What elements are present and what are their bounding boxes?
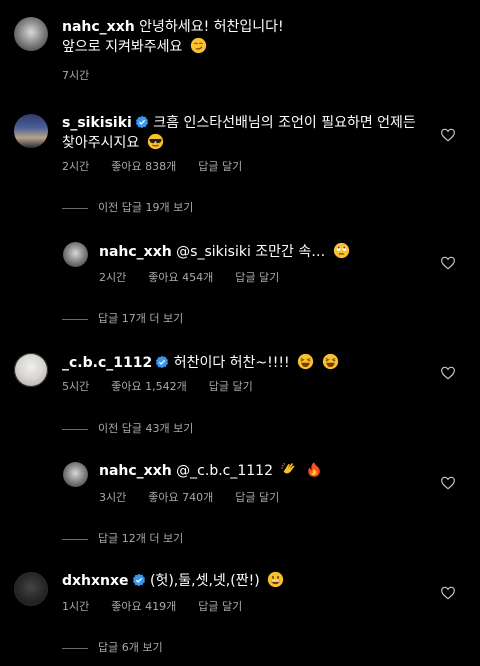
comment-text: _c.b.c_1112 허찬이다 허찬~!!!!: [62, 353, 339, 373]
reply-meta: 2시간 좋아요 454개 답글 달기: [99, 269, 301, 285]
heart-icon[interactable]: [440, 127, 456, 143]
heart-icon[interactable]: [440, 255, 456, 271]
smirk-emoji: [190, 37, 206, 54]
username[interactable]: dxhxnxe: [62, 573, 129, 589]
reply-button[interactable]: 답글 달기: [198, 160, 242, 173]
reply-button[interactable]: 답글 달기: [235, 491, 279, 504]
reply-meta: 3시간 좋아요 740개 답글 달기: [99, 489, 301, 505]
avatar[interactable]: [14, 572, 48, 606]
like-count[interactable]: 좋아요 1,542개: [111, 380, 186, 393]
comment-meta: 5시간 좋아요 1,542개 답글 달기: [62, 378, 275, 394]
reply-button[interactable]: 답글 달기: [209, 380, 253, 393]
view-more-replies-button[interactable]: 답글 12개 더 보기: [62, 530, 183, 546]
comment-text: dxhxnxe (헛),둘,셋,넷,(짠!): [62, 571, 284, 591]
reply-text: nahc_xxh @_c.b.c_1112: [99, 461, 322, 481]
comment-text: nahc_xxh 안녕하세요! 허찬입니다!: [62, 19, 284, 35]
heart-icon[interactable]: [440, 585, 456, 601]
timestamp: 5시간: [62, 380, 90, 393]
heart-icon[interactable]: [440, 365, 456, 381]
divider: [62, 428, 88, 430]
reply-text: nahc_xxh @s_sikisiki 조만간 속…: [99, 242, 350, 262]
comment-text-continued: 찾아주시지요: [62, 133, 164, 153]
username[interactable]: nahc_xxh: [99, 463, 172, 479]
divider: [62, 538, 88, 540]
timestamp: 2시간: [99, 271, 127, 284]
grin-emoji: [267, 571, 284, 588]
avatar[interactable]: [14, 353, 48, 387]
like-count[interactable]: 좋아요 419개: [111, 600, 176, 613]
comment-text: s_sikisiki 크흠 인스타선배님의 조언이 필요하면 언제든: [62, 115, 416, 131]
view-previous-replies-button[interactable]: 이전 답글 19개 보기: [62, 199, 193, 215]
username[interactable]: s_sikisiki: [62, 115, 132, 131]
heart-icon[interactable]: [440, 475, 456, 491]
divider: [62, 647, 88, 649]
timestamp: 7시간: [62, 69, 90, 82]
comment-meta: 1시간 좋아요 419개 답글 달기: [62, 598, 264, 614]
username[interactable]: nahc_xxh: [99, 244, 172, 260]
like-count[interactable]: 좋아요 740개: [148, 491, 213, 504]
reply-button[interactable]: 답글 달기: [198, 600, 242, 613]
timestamp: 1시간: [62, 600, 90, 613]
like-count[interactable]: 좋아요 838개: [111, 160, 176, 173]
reply-button[interactable]: 답글 달기: [235, 271, 279, 284]
divider: [62, 207, 88, 209]
timestamp: 2시간: [62, 160, 90, 173]
comment-meta: 7시간: [62, 67, 111, 83]
rolling-eyes-emoji: [333, 242, 349, 259]
clapping-hands-emoji: [281, 462, 295, 474]
comment-meta: 2시간 좋아요 838개 답글 달기: [62, 158, 264, 174]
verified-badge-icon: [135, 115, 148, 129]
verified-badge-icon: [156, 355, 169, 369]
verified-badge-icon: [132, 573, 145, 587]
username[interactable]: nahc_xxh: [62, 19, 135, 35]
avatar[interactable]: [63, 242, 88, 267]
view-more-replies-button[interactable]: 답글 17개 더 보기: [62, 310, 183, 326]
laughing-emoji: [297, 353, 314, 370]
username[interactable]: _c.b.c_1112: [62, 355, 152, 371]
like-count[interactable]: 좋아요 454개: [148, 271, 213, 284]
avatar[interactable]: [63, 462, 88, 487]
timestamp: 3시간: [99, 491, 127, 504]
view-more-replies-button[interactable]: 답글 6개 보기: [62, 639, 163, 655]
laughing-emoji: [322, 353, 338, 370]
sunglasses-emoji: [147, 133, 163, 150]
avatar[interactable]: [14, 114, 48, 148]
comment-text-continued: 앞으로 지켜봐주세요: [62, 37, 207, 57]
avatar[interactable]: [14, 17, 48, 51]
view-previous-replies-button[interactable]: 이전 답글 43개 보기: [62, 420, 193, 436]
fire-emoji: [308, 462, 320, 477]
divider: [62, 318, 88, 320]
